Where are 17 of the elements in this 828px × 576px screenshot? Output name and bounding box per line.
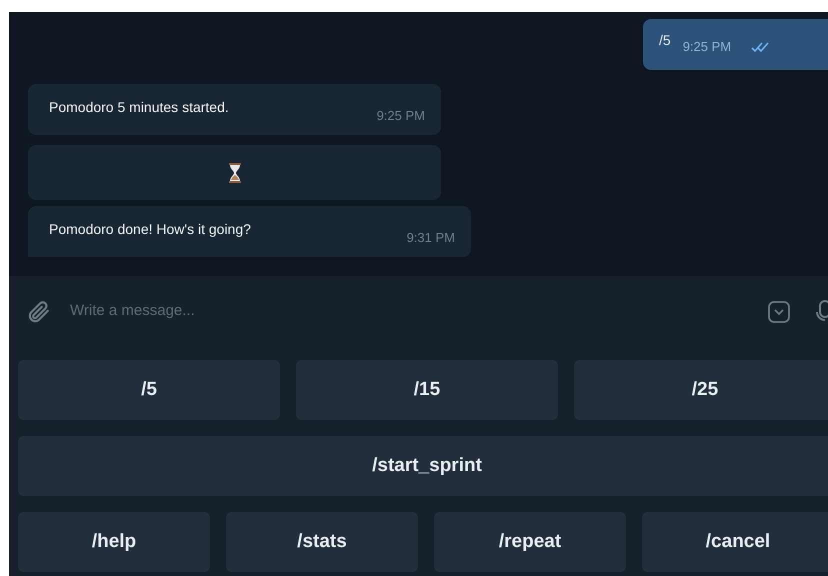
keyboard-button[interactable]: /15 (296, 360, 558, 420)
message-time: 9:25 PM (376, 106, 425, 125)
keyboard-button[interactable]: /start_sprint (18, 436, 828, 496)
keyboard-button[interactable]: /help (18, 512, 210, 572)
hourglass-icon (228, 162, 240, 182)
message-time: 9:25 PM (682, 38, 732, 56)
keyboard-button[interactable]: /5 (18, 360, 280, 420)
message-text: /5 (659, 31, 671, 50)
keyboard-button[interactable]: /repeat (434, 512, 626, 572)
message-text: Pomodoro 5 minutes started. (49, 98, 229, 117)
message-input[interactable]: Write a message... (70, 300, 767, 323)
message-text: Pomodoro done! How's it going? (49, 220, 251, 239)
keyboard-button[interactable]: /cancel (642, 512, 828, 572)
emoji-menu-icon[interactable] (767, 300, 791, 324)
message-time: 9:31 PM (406, 228, 455, 247)
keyboard-button[interactable]: /25 (574, 360, 828, 420)
keyboard-button[interactable]: /stats (226, 512, 418, 572)
